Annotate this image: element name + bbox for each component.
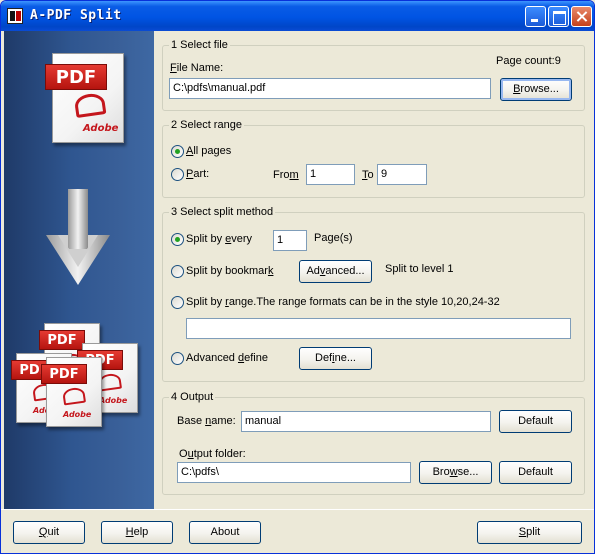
app-window: A-PDF Split PDF Adobe PDF PDF Adobe PDF … bbox=[0, 0, 595, 554]
side-banner: PDF Adobe PDF Adobe PDF Adobe bbox=[4, 31, 154, 509]
about-button[interactable]: About bbox=[189, 521, 261, 544]
minimize-icon[interactable] bbox=[525, 6, 546, 27]
split-range-radio[interactable] bbox=[171, 296, 184, 309]
to-field[interactable]: 9 bbox=[377, 164, 427, 185]
group-legend: 1 Select file bbox=[169, 39, 230, 51]
file-path-field[interactable]: C:\pdfs\manual.pdf bbox=[169, 78, 491, 99]
advanced-define-label[interactable]: Advanced define bbox=[186, 352, 268, 364]
pages-per-split-field[interactable]: 1 bbox=[273, 230, 307, 251]
part-radio[interactable] bbox=[171, 168, 184, 181]
quit-button[interactable]: Quit bbox=[13, 521, 85, 544]
group-legend: 3 Select split method bbox=[169, 206, 276, 218]
pdf-tag: PDF bbox=[39, 330, 85, 350]
arrow-down-icon bbox=[46, 189, 110, 285]
adobe-brand: Adobe bbox=[99, 396, 128, 405]
define-button[interactable]: Define... bbox=[299, 347, 372, 370]
close-icon[interactable] bbox=[571, 6, 592, 27]
all-pages-radio[interactable] bbox=[171, 145, 184, 158]
range-expression-field[interactable] bbox=[186, 318, 571, 339]
pdf-tag: PDF bbox=[45, 64, 107, 90]
output-folder-field[interactable]: C:\pdfs\ bbox=[177, 462, 411, 483]
split-bookmark-radio[interactable] bbox=[171, 265, 184, 278]
app-icon bbox=[7, 8, 23, 24]
acrobat-logo-icon bbox=[73, 92, 107, 118]
file-name-label: File Name: bbox=[170, 62, 224, 74]
from-label: From bbox=[273, 169, 299, 181]
footer-bar: Quit Help About Split bbox=[1, 509, 594, 553]
adobe-brand: Adobe bbox=[63, 410, 92, 419]
default-base-name-button[interactable]: Default bbox=[499, 410, 572, 433]
page-count: Page count:9 bbox=[496, 55, 561, 67]
pdf-tag: PDF bbox=[41, 364, 87, 384]
maximize-icon[interactable] bbox=[548, 6, 569, 27]
split-button[interactable]: Split bbox=[477, 521, 582, 544]
split-bookmark-label[interactable]: Split by bookmark bbox=[186, 265, 273, 277]
split-range-label[interactable]: Split by range.The range formats can be … bbox=[186, 296, 500, 308]
split-level-label: Split to level 1 bbox=[385, 263, 454, 275]
acrobat-logo-icon bbox=[61, 386, 87, 406]
group-legend: 2 Select range bbox=[169, 119, 244, 131]
base-name-field[interactable]: manual bbox=[241, 411, 491, 432]
help-button[interactable]: Help bbox=[101, 521, 173, 544]
group-legend: 4 Output bbox=[169, 391, 216, 403]
part-label[interactable]: Part: bbox=[186, 168, 209, 180]
window-title: A-PDF Split bbox=[30, 8, 122, 23]
default-folder-button[interactable]: Default bbox=[499, 461, 572, 484]
all-pages-label[interactable]: All pages bbox=[186, 145, 231, 157]
select-range-group: 2 Select range bbox=[162, 119, 585, 198]
base-name-label: Base name: bbox=[177, 415, 236, 427]
output-folder-label: Output folder: bbox=[179, 448, 246, 460]
pages-unit-label: Page(s) bbox=[314, 232, 353, 244]
title-bar[interactable]: A-PDF Split bbox=[1, 1, 594, 31]
split-every-label[interactable]: Split by every bbox=[186, 233, 252, 245]
browse-file-button[interactable]: Browse... bbox=[500, 78, 572, 101]
adobe-brand: Adobe bbox=[83, 123, 119, 134]
split-every-radio[interactable] bbox=[171, 233, 184, 246]
from-field[interactable]: 1 bbox=[306, 164, 355, 185]
to-label: To bbox=[362, 169, 374, 181]
advanced-define-radio[interactable] bbox=[171, 352, 184, 365]
pdf-document-icon: PDF Adobe bbox=[41, 357, 102, 427]
browse-folder-button[interactable]: Browse... bbox=[419, 461, 492, 484]
advanced-button[interactable]: Advanced... bbox=[299, 260, 372, 283]
pdf-document-icon: PDF Adobe bbox=[45, 53, 124, 143]
